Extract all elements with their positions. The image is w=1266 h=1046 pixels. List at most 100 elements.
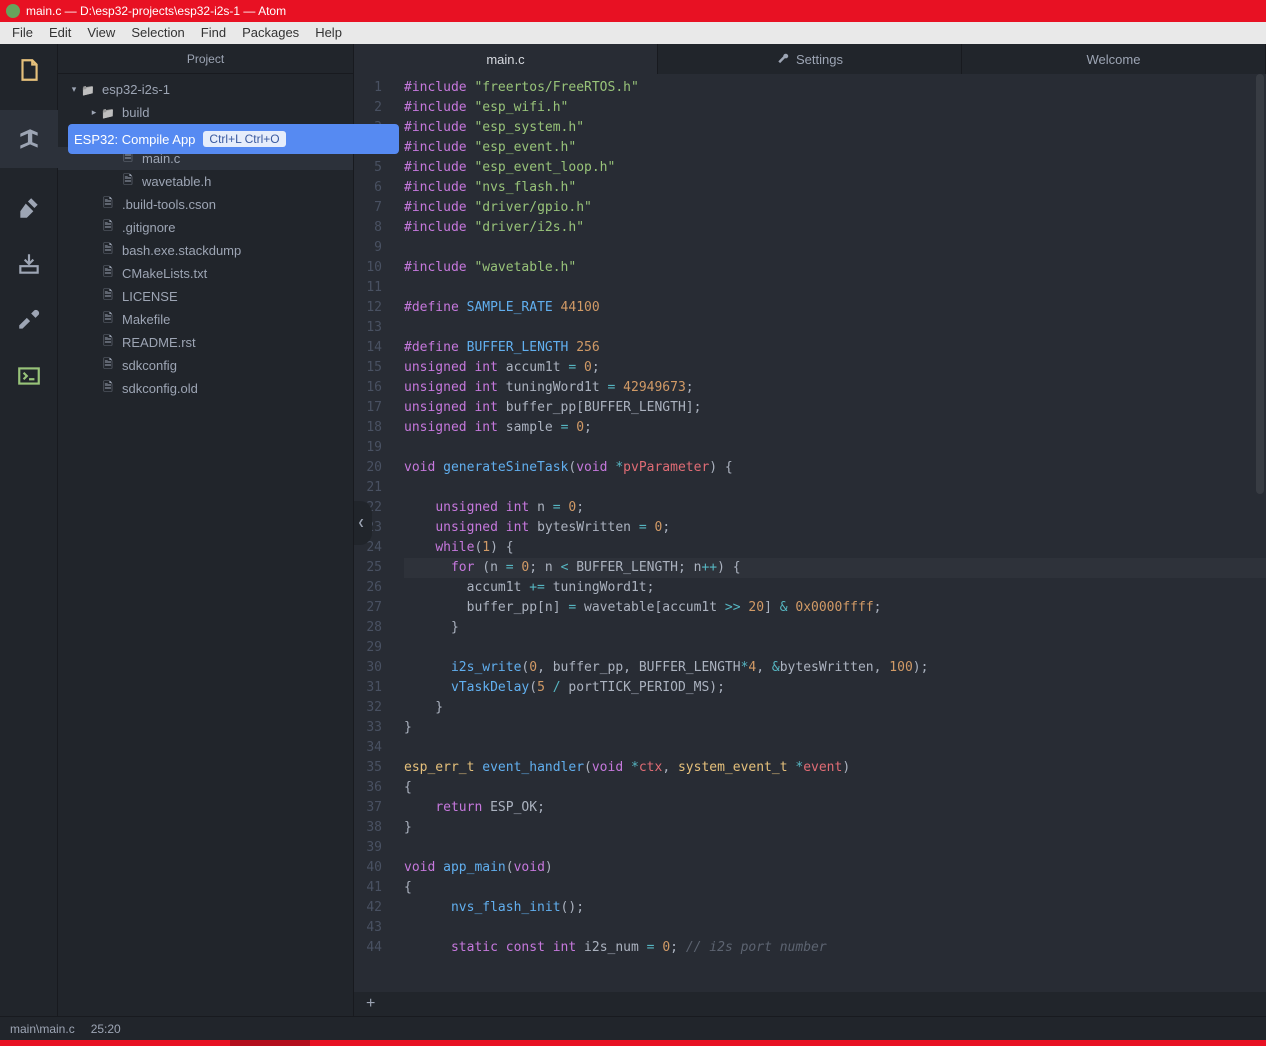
code-line[interactable]: #include "esp_event_loop.h": [404, 158, 1266, 178]
tree-root[interactable]: ▾ esp32-i2s-1: [58, 78, 353, 101]
wrench-icon: [776, 52, 790, 66]
code-line[interactable]: }: [404, 818, 1266, 838]
command-label: ESP32: Compile App: [74, 132, 195, 147]
tree-item-label: sdkconfig.old: [122, 381, 198, 396]
command-palette-item[interactable]: ESP32: Compile App Ctrl+L Ctrl+O: [68, 124, 399, 154]
title-bar: main.c — D:\esp32-projects\esp32-i2s-1 —…: [0, 0, 1266, 22]
code-line[interactable]: #include "wavetable.h": [404, 258, 1266, 278]
menu-help[interactable]: Help: [307, 22, 350, 44]
code-line[interactable]: }: [404, 718, 1266, 738]
code-line[interactable]: vTaskDelay(5 / portTICK_PERIOD_MS);: [404, 678, 1266, 698]
folder-icon: [100, 105, 116, 120]
code-line[interactable]: nvs_flash_init();: [404, 898, 1266, 918]
code-line[interactable]: unsigned int buffer_pp[BUFFER_LENGTH];: [404, 398, 1266, 418]
clean-icon[interactable]: [13, 192, 45, 224]
build-icon[interactable]: [0, 110, 58, 168]
tree-file[interactable]: LICENSE: [58, 285, 353, 308]
folder-icon: [80, 82, 96, 97]
code-line[interactable]: #include "esp_system.h": [404, 118, 1266, 138]
terminal-icon[interactable]: [13, 360, 45, 392]
tree-file[interactable]: sdkconfig.old: [58, 377, 353, 400]
code-line[interactable]: esp_err_t event_handler(void *ctx, syste…: [404, 758, 1266, 778]
code-line[interactable]: accum1t += tuningWord1t;: [404, 578, 1266, 598]
status-cursor[interactable]: 25:20: [91, 1022, 121, 1036]
code-line[interactable]: [404, 318, 1266, 338]
code-line[interactable]: i2s_write(0, buffer_pp, BUFFER_LENGTH*4,…: [404, 658, 1266, 678]
code-line[interactable]: for (n = 0; n < BUFFER_LENGTH; n++) {: [404, 558, 1266, 578]
menu-packages[interactable]: Packages: [234, 22, 307, 44]
tree-item-label: .gitignore: [122, 220, 175, 235]
tab-bar: main.c Settings Welcome: [354, 44, 1266, 74]
tree-file[interactable]: Makefile: [58, 308, 353, 331]
menu-selection[interactable]: Selection: [123, 22, 192, 44]
project-panel: Project ▾ esp32-i2s-1 ▸build▾mainmain.cw…: [58, 44, 354, 1016]
code-line[interactable]: void generateSineTask(void *pvParameter)…: [404, 458, 1266, 478]
tab-welcome[interactable]: Welcome: [962, 44, 1266, 74]
tree-file[interactable]: CMakeLists.txt: [58, 262, 353, 285]
tools-icon[interactable]: [13, 304, 45, 336]
code-line[interactable]: [404, 918, 1266, 938]
chevron-right-icon: ▸: [88, 107, 100, 118]
code-line[interactable]: [404, 738, 1266, 758]
file-icon: [100, 332, 116, 353]
tree-folder[interactable]: ▸build: [58, 101, 353, 124]
code-line[interactable]: unsigned int accum1t = 0;: [404, 358, 1266, 378]
tree-file[interactable]: README.rst: [58, 331, 353, 354]
panel-collapse-button[interactable]: ❮: [354, 501, 372, 545]
code-line[interactable]: #define SAMPLE_RATE 44100: [404, 298, 1266, 318]
code-line[interactable]: #include "freertos/FreeRTOS.h": [404, 78, 1266, 98]
code-line[interactable]: {: [404, 778, 1266, 798]
code-line[interactable]: [404, 478, 1266, 498]
code-line[interactable]: return ESP_OK;: [404, 798, 1266, 818]
menu-view[interactable]: View: [79, 22, 123, 44]
code-line[interactable]: unsigned int n = 0;: [404, 498, 1266, 518]
tree-file[interactable]: .gitignore: [58, 216, 353, 239]
document-icon[interactable]: [13, 54, 45, 86]
code-line[interactable]: #include "driver/i2s.h": [404, 218, 1266, 238]
tab-main-c[interactable]: main.c: [354, 44, 658, 74]
code-line[interactable]: while(1) {: [404, 538, 1266, 558]
tree-file[interactable]: wavetable.h: [58, 170, 353, 193]
code-line[interactable]: unsigned int sample = 0;: [404, 418, 1266, 438]
new-tab-button[interactable]: +: [354, 992, 1266, 1016]
status-bar: main\main.c 25:20: [0, 1016, 1266, 1040]
chevron-down-icon: ▾: [68, 84, 80, 95]
code-line[interactable]: }: [404, 618, 1266, 638]
tree-item-label: Makefile: [122, 312, 170, 327]
code-line[interactable]: #include "esp_wifi.h": [404, 98, 1266, 118]
flash-icon[interactable]: [13, 248, 45, 280]
menu-find[interactable]: Find: [193, 22, 234, 44]
tree-item-label: .build-tools.cson: [122, 197, 216, 212]
status-path[interactable]: main\main.c: [10, 1022, 75, 1036]
file-icon: [100, 286, 116, 307]
code-line[interactable]: [404, 238, 1266, 258]
code-line[interactable]: #include "esp_event.h": [404, 138, 1266, 158]
tab-settings[interactable]: Settings: [658, 44, 962, 74]
menu-file[interactable]: File: [4, 22, 41, 44]
code-line[interactable]: {: [404, 878, 1266, 898]
tree-file[interactable]: sdkconfig: [58, 354, 353, 377]
vertical-scrollbar[interactable]: [1254, 74, 1266, 992]
code-line[interactable]: [404, 838, 1266, 858]
code-line[interactable]: unsigned int tuningWord1t = 42949673;: [404, 378, 1266, 398]
menu-bar: File Edit View Selection Find Packages H…: [0, 22, 1266, 44]
code-line[interactable]: void app_main(void): [404, 858, 1266, 878]
code-line[interactable]: #include "nvs_flash.h": [404, 178, 1266, 198]
code-line[interactable]: [404, 438, 1266, 458]
code-line[interactable]: #include "driver/gpio.h": [404, 198, 1266, 218]
code-line[interactable]: static const int i2s_num = 0; // i2s por…: [404, 938, 1266, 958]
menu-edit[interactable]: Edit: [41, 22, 79, 44]
scrollbar-thumb[interactable]: [1256, 74, 1264, 494]
code-line[interactable]: buffer_pp[n] = wavetable[accum1t >> 20] …: [404, 598, 1266, 618]
code-line[interactable]: [404, 278, 1266, 298]
atom-logo-icon: [6, 4, 20, 18]
tree-file[interactable]: bash.exe.stackdump: [58, 239, 353, 262]
code-line[interactable]: unsigned int bytesWritten = 0;: [404, 518, 1266, 538]
code-editor[interactable]: ❮ 12345678910111213141516171819202122232…: [354, 74, 1266, 992]
code-body[interactable]: #include "freertos/FreeRTOS.h"#include "…: [390, 74, 1266, 992]
editor-area: main.c Settings Welcome ❮ 12345678910111…: [354, 44, 1266, 1016]
tree-file[interactable]: .build-tools.cson: [58, 193, 353, 216]
code-line[interactable]: #define BUFFER_LENGTH 256: [404, 338, 1266, 358]
code-line[interactable]: [404, 638, 1266, 658]
code-line[interactable]: }: [404, 698, 1266, 718]
